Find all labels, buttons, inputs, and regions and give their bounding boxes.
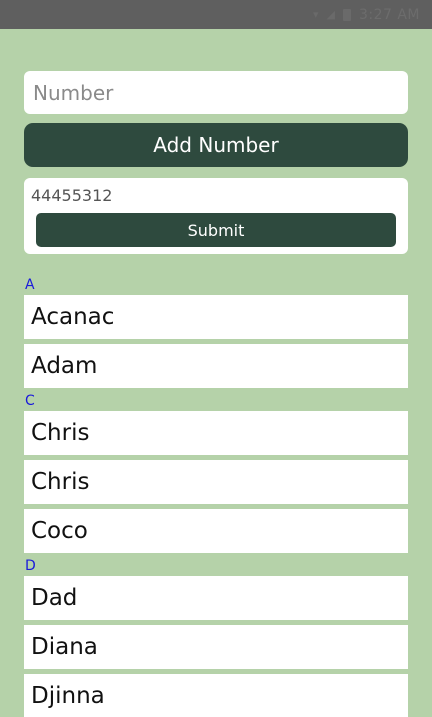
number-input[interactable] [24,71,408,114]
status-bar: ▾ ◢ 3:27 AM [0,0,432,29]
section-header-c: C [25,393,35,409]
contact-item[interactable]: Dad [24,576,408,620]
status-time: 3:27 AM [358,6,420,23]
contact-item[interactable]: Chris [24,460,408,504]
contact-item[interactable]: Adam [24,344,408,388]
submit-card: 44455312 Submit [24,178,408,254]
contact-item[interactable]: Acanac [24,295,408,339]
signal-icon: ◢ [326,8,335,21]
submit-button[interactable]: Submit [36,213,396,247]
contact-item[interactable]: Diana [24,625,408,669]
add-number-button[interactable]: Add Number [24,123,408,167]
wifi-icon: ▾ [312,8,319,21]
battery-icon [342,8,351,21]
contact-item[interactable]: Coco [24,509,408,553]
entered-number-value: 44455312 [31,186,113,205]
section-header-a: A [25,277,35,293]
contact-item[interactable]: Chris [24,411,408,455]
section-header-d: D [25,558,36,574]
contact-item[interactable]: Djinna [24,674,408,717]
